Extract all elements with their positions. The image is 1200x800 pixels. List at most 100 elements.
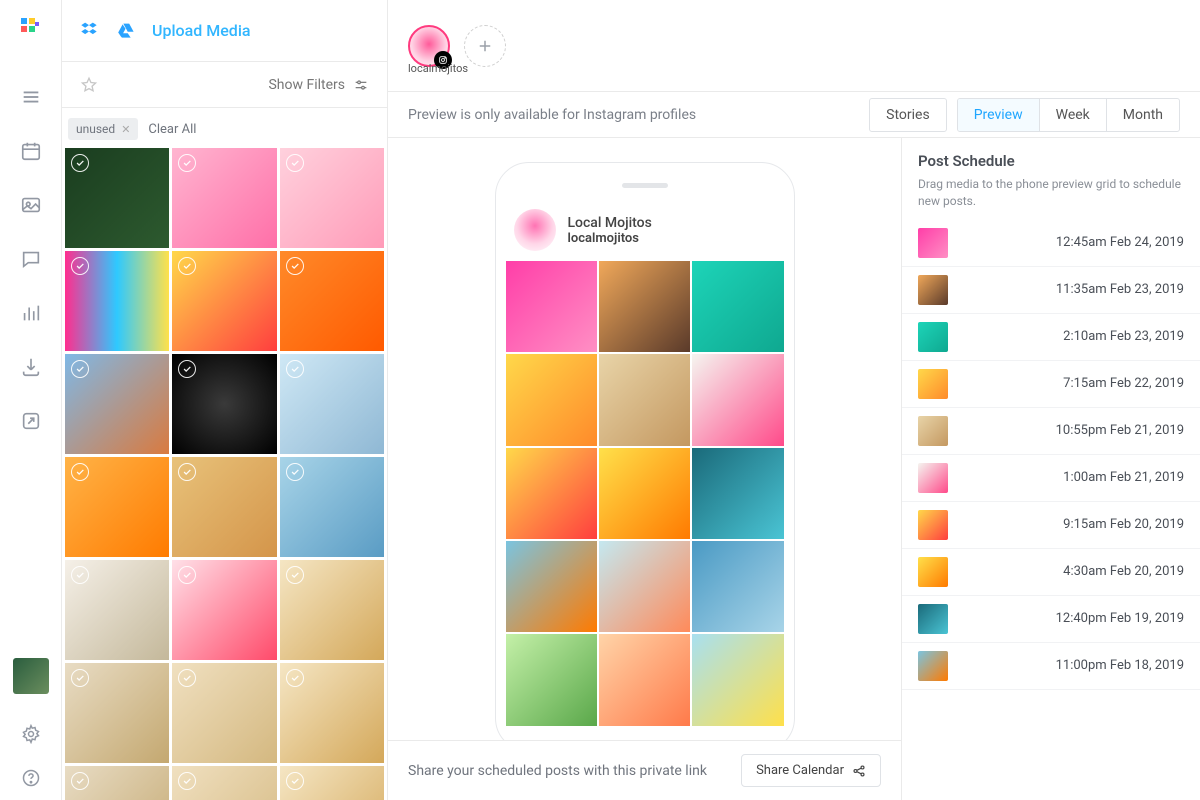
library-thumb[interactable] bbox=[65, 354, 169, 454]
library-thumb[interactable] bbox=[65, 766, 169, 800]
linkinbio-icon[interactable] bbox=[20, 410, 42, 432]
library-thumb[interactable] bbox=[280, 457, 384, 557]
feed-cell[interactable] bbox=[692, 448, 783, 539]
schedule-time: 7:15am Feb 22, 2019 bbox=[1063, 376, 1184, 391]
dropbox-icon[interactable] bbox=[80, 20, 102, 42]
library-thumb[interactable] bbox=[280, 354, 384, 454]
analytics-icon[interactable] bbox=[20, 302, 42, 324]
schedule-row[interactable]: 7:15am Feb 22, 2019 bbox=[902, 361, 1200, 408]
feed-cell[interactable] bbox=[506, 541, 597, 632]
library-thumb[interactable] bbox=[172, 354, 276, 454]
schedule-row[interactable]: 11:35am Feb 23, 2019 bbox=[902, 267, 1200, 314]
check-icon bbox=[178, 669, 196, 687]
sub-bar: Preview is only available for Instagram … bbox=[388, 92, 1200, 138]
account-avatar[interactable] bbox=[408, 25, 450, 67]
library-thumb[interactable] bbox=[65, 251, 169, 351]
library-thumb[interactable] bbox=[65, 148, 169, 248]
check-icon bbox=[71, 772, 89, 790]
feed-cell[interactable] bbox=[692, 634, 783, 725]
library-thumb[interactable] bbox=[172, 766, 276, 800]
schedule-time: 2:10am Feb 23, 2019 bbox=[1063, 329, 1184, 344]
schedule-list: 12:45am Feb 24, 201911:35am Feb 23, 2019… bbox=[902, 220, 1200, 800]
check-icon bbox=[178, 257, 196, 275]
feed-cell[interactable] bbox=[599, 261, 690, 352]
library-thumb[interactable] bbox=[65, 457, 169, 557]
filter-chip-unused[interactable]: unused ✕ bbox=[68, 118, 138, 140]
library-grid bbox=[62, 148, 387, 800]
share-bar: Share your scheduled posts with this pri… bbox=[388, 740, 901, 800]
profile-header: Local Mojitos localmojitos bbox=[506, 203, 784, 261]
library-thumb[interactable] bbox=[172, 457, 276, 557]
feed-cell[interactable] bbox=[506, 448, 597, 539]
share-icon bbox=[852, 764, 866, 778]
library-thumb[interactable] bbox=[172, 560, 276, 660]
schedule-thumb bbox=[918, 510, 948, 540]
check-icon bbox=[71, 154, 89, 172]
profile-handle: localmojitos bbox=[568, 231, 652, 246]
feed-cell[interactable] bbox=[599, 634, 690, 725]
check-icon bbox=[286, 566, 304, 584]
schedule-time: 12:40pm Feb 19, 2019 bbox=[1056, 611, 1184, 626]
feed-cell[interactable] bbox=[692, 261, 783, 352]
close-icon[interactable]: ✕ bbox=[121, 123, 130, 136]
check-icon bbox=[71, 360, 89, 378]
filter-chips-row: unused ✕ Clear All bbox=[62, 108, 387, 148]
schedule-thumb bbox=[918, 463, 948, 493]
share-calendar-button[interactable]: Share Calendar bbox=[741, 754, 881, 787]
calendar-icon[interactable] bbox=[20, 140, 42, 162]
feed-cell[interactable] bbox=[599, 448, 690, 539]
google-drive-icon[interactable] bbox=[116, 20, 138, 42]
library-thumb[interactable] bbox=[65, 663, 169, 763]
feed-cell[interactable] bbox=[506, 354, 597, 445]
media-icon[interactable] bbox=[20, 194, 42, 216]
schedule-thumb bbox=[918, 228, 948, 258]
library-thumb[interactable] bbox=[280, 148, 384, 248]
collect-icon[interactable] bbox=[20, 356, 42, 378]
schedule-row[interactable]: 4:30am Feb 20, 2019 bbox=[902, 549, 1200, 596]
tab-week[interactable]: Week bbox=[1040, 99, 1107, 131]
check-icon bbox=[286, 463, 304, 481]
library-thumb[interactable] bbox=[65, 560, 169, 660]
media-library: Upload Media Show Filters unused ✕ Clear… bbox=[62, 0, 388, 800]
feed-cell[interactable] bbox=[599, 541, 690, 632]
upload-media-button[interactable]: Upload Media bbox=[152, 21, 251, 40]
feed-cell[interactable] bbox=[506, 261, 597, 352]
clear-all-button[interactable]: Clear All bbox=[148, 122, 196, 137]
conversations-icon[interactable] bbox=[20, 248, 42, 270]
show-filters-button[interactable]: Show Filters bbox=[268, 77, 369, 93]
library-thumb[interactable] bbox=[280, 766, 384, 800]
feed-cell[interactable] bbox=[692, 354, 783, 445]
schedule-row[interactable]: 12:45am Feb 24, 2019 bbox=[902, 220, 1200, 267]
check-icon bbox=[71, 566, 89, 584]
schedule-row[interactable]: 11:00pm Feb 18, 2019 bbox=[902, 643, 1200, 690]
schedule-row[interactable]: 10:55pm Feb 21, 2019 bbox=[902, 408, 1200, 455]
star-icon[interactable] bbox=[80, 76, 98, 94]
library-thumb[interactable] bbox=[280, 663, 384, 763]
add-account-button[interactable] bbox=[464, 25, 506, 67]
library-thumb[interactable] bbox=[280, 251, 384, 351]
check-icon bbox=[286, 772, 304, 790]
tab-preview[interactable]: Preview bbox=[958, 99, 1040, 131]
feed-cell[interactable] bbox=[599, 354, 690, 445]
settings-icon[interactable] bbox=[21, 724, 41, 744]
user-avatar[interactable] bbox=[13, 658, 49, 694]
schedule-row[interactable]: 2:10am Feb 23, 2019 bbox=[902, 314, 1200, 361]
library-thumb[interactable] bbox=[172, 663, 276, 763]
schedule-row[interactable]: 12:40pm Feb 19, 2019 bbox=[902, 596, 1200, 643]
tab-month[interactable]: Month bbox=[1107, 99, 1179, 131]
check-icon bbox=[71, 463, 89, 481]
help-icon[interactable] bbox=[21, 768, 41, 788]
feed-grid[interactable] bbox=[506, 261, 784, 726]
account-handle: localmojitos bbox=[408, 62, 468, 75]
library-thumb[interactable] bbox=[172, 148, 276, 248]
stories-button[interactable]: Stories bbox=[869, 98, 947, 132]
sliders-icon bbox=[353, 77, 369, 93]
library-thumb[interactable] bbox=[172, 251, 276, 351]
schedule-row[interactable]: 1:00am Feb 21, 2019 bbox=[902, 455, 1200, 502]
library-thumb[interactable] bbox=[280, 560, 384, 660]
menu-icon[interactable] bbox=[20, 86, 42, 108]
phone-speaker bbox=[622, 183, 668, 188]
feed-cell[interactable] bbox=[692, 541, 783, 632]
feed-cell[interactable] bbox=[506, 634, 597, 725]
schedule-row[interactable]: 9:15am Feb 20, 2019 bbox=[902, 502, 1200, 549]
